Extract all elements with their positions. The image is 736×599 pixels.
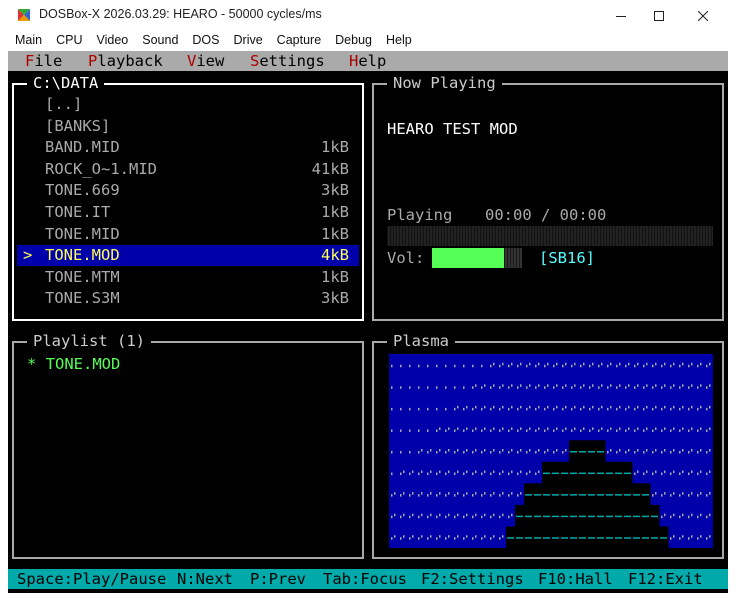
close-icon bbox=[698, 10, 708, 21]
hint-hall: F10:Hall bbox=[538, 570, 613, 588]
host-menubar: Main CPU Video Sound DOS Drive Capture D… bbox=[0, 31, 736, 51]
file-browser-panel[interactable]: C:\DATA [..] [BANKS] BAND.MID 1kB ROCK_O~… bbox=[12, 73, 364, 321]
plasma-title: Plasma bbox=[387, 331, 455, 351]
hint-exit: F12:Exit bbox=[628, 570, 703, 588]
dos-screen[interactable]: File Playback View Settings Help C:\DATA… bbox=[8, 51, 728, 593]
app-menu-settings[interactable]: Settings bbox=[250, 51, 325, 71]
playlist-item[interactable]: * TONE.MOD bbox=[27, 354, 120, 374]
menu-video[interactable]: Video bbox=[90, 31, 136, 51]
file-item[interactable]: TONE.IT 1kB bbox=[17, 202, 359, 223]
hint-next: N:Next bbox=[177, 570, 233, 588]
hint-settings: F2:Settings bbox=[421, 570, 524, 588]
volume-label: Vol: bbox=[387, 249, 425, 267]
file-item[interactable]: [..] bbox=[17, 94, 359, 115]
progress-shading bbox=[387, 226, 713, 246]
menu-cpu[interactable]: CPU bbox=[49, 31, 89, 51]
maximize-button[interactable] bbox=[636, 0, 682, 31]
file-browser-title: C:\DATA bbox=[27, 73, 105, 93]
close-button[interactable] bbox=[680, 0, 726, 31]
menu-help[interactable]: Help bbox=[379, 31, 419, 51]
menu-dos[interactable]: DOS bbox=[185, 31, 226, 51]
plasma-visualization bbox=[389, 354, 713, 548]
file-item[interactable]: ROCK_O~1.MID 41kB bbox=[17, 159, 359, 180]
volume-slider[interactable] bbox=[432, 248, 522, 268]
menu-main[interactable]: Main bbox=[0, 31, 49, 51]
audio-device: [SB16] bbox=[539, 249, 595, 267]
app-menubar: File Playback View Settings Help bbox=[8, 51, 728, 71]
file-item[interactable]: TONE.MTM 1kB bbox=[17, 267, 359, 288]
menu-debug[interactable]: Debug bbox=[328, 31, 379, 51]
playback-status: Playing bbox=[387, 206, 453, 224]
status-bar: Space:Play/Pause N:Next P:Prev Tab:Focus… bbox=[8, 569, 728, 589]
progress-bar[interactable] bbox=[387, 226, 713, 246]
file-item[interactable]: TONE.S3M 3kB bbox=[17, 288, 359, 309]
now-playing-title: Now Playing bbox=[387, 73, 502, 93]
playlist-panel[interactable]: Playlist (1) * TONE.MOD bbox=[12, 331, 364, 559]
app-menu-help[interactable]: Help bbox=[349, 51, 386, 71]
playlist-title: Playlist (1) bbox=[27, 331, 151, 351]
file-item[interactable]: TONE.MID 1kB bbox=[17, 224, 359, 245]
cursor-indicator: > bbox=[23, 246, 33, 264]
window-title: DOSBox-X 2026.03.29: HEARO - 50000 cycle… bbox=[39, 7, 322, 21]
file-item[interactable]: BAND.MID 1kB bbox=[17, 137, 359, 158]
window-titlebar[interactable]: DOSBox-X 2026.03.29: HEARO - 50000 cycle… bbox=[0, 0, 736, 31]
file-item-selected[interactable]: > TONE.MOD 4kB bbox=[17, 245, 359, 266]
plasma-panel: Plasma bbox=[372, 331, 724, 559]
file-item[interactable]: TONE.669 3kB bbox=[17, 180, 359, 201]
app-menu-file[interactable]: File bbox=[25, 51, 62, 71]
maximize-icon bbox=[654, 10, 664, 21]
menu-drive[interactable]: Drive bbox=[227, 31, 270, 51]
hint-prev: P:Prev bbox=[250, 570, 306, 588]
playback-time: 00:00 / 00:00 bbox=[485, 206, 607, 224]
minimize-icon bbox=[616, 15, 626, 17]
dosbox-x-icon bbox=[18, 9, 30, 21]
file-item[interactable]: [BANKS] bbox=[17, 116, 359, 137]
song-title: HEARO TEST MOD bbox=[387, 120, 518, 138]
volume-fill bbox=[432, 248, 504, 268]
app-menu-playback[interactable]: Playback bbox=[88, 51, 163, 71]
volume-shading bbox=[504, 248, 522, 268]
now-playing-panel: Now Playing HEARO TEST MOD Playing 00:00… bbox=[372, 73, 724, 321]
hint-focus: Tab:Focus bbox=[323, 570, 407, 588]
app-menu-view[interactable]: View bbox=[187, 51, 224, 71]
menu-sound[interactable]: Sound bbox=[135, 31, 185, 51]
hint-play-pause: Space:Play/Pause bbox=[17, 570, 167, 588]
menu-capture[interactable]: Capture bbox=[270, 31, 328, 51]
